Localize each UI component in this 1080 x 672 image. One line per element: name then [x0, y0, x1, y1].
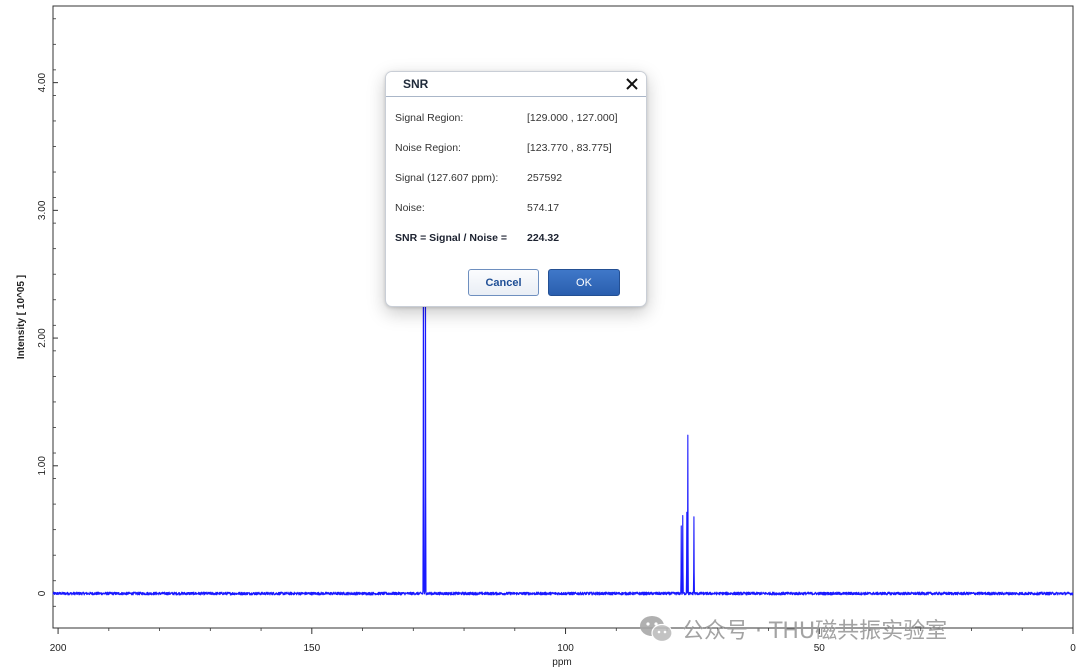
x-tick-label: 100 [557, 643, 574, 654]
snr-label: SNR = Signal / Noise = [395, 232, 508, 244]
close-icon [626, 78, 638, 90]
snr-dialog: SNR Signal Region: [129.000 , 127.000] N… [385, 71, 647, 307]
y-tick-label: 1.00 [37, 456, 48, 476]
signal-label: Signal (127.607 ppm): [395, 172, 499, 184]
noise-label: Noise: [395, 202, 425, 214]
dialog-title: SNR [403, 77, 429, 91]
signal-row: Signal (127.607 ppm): 257592 [386, 172, 646, 188]
watermark-text: 公众号 · THU磁共振实验室 [682, 619, 948, 644]
close-button[interactable] [623, 75, 641, 93]
wechat-icon [640, 616, 673, 643]
x-tick-label: 0 [1070, 643, 1076, 654]
y-axis-label: Intensity [ 10^05 ] [16, 275, 27, 359]
noise-row: Noise: 574.17 [386, 202, 646, 218]
noise-value: 574.17 [527, 202, 560, 214]
noise-region-row: Noise Region: [123.770 , 83.775] [386, 142, 646, 158]
spectrum-window: 0 1.00 2.00 3.00 4.00 200 150 100 50 0 ppm Inten… [0, 0, 1080, 672]
y-tick-label: 4.00 [37, 72, 48, 92]
snr-row: SNR = Signal / Noise = 224.32 [386, 232, 646, 248]
signal-value: 257592 [527, 172, 563, 184]
noise-region-value: [123.770 , 83.775] [527, 142, 612, 154]
noise-region-label: Noise Region: [395, 142, 461, 154]
y-tick-label: 2.00 [37, 328, 48, 348]
y-tick-label: 3.00 [37, 200, 48, 220]
ok-button[interactable]: OK [548, 269, 620, 296]
dialog-titlebar[interactable]: SNR [386, 72, 646, 97]
snr-value: 224.32 [527, 232, 560, 244]
x-tick-label: 200 [50, 643, 67, 654]
x-tick-label: 150 [303, 643, 320, 654]
watermark: 公众号 · THU磁共振实验室 [638, 612, 947, 646]
signal-region-value: [129.000 , 127.000] [527, 112, 618, 124]
x-axis-label: ppm [552, 657, 571, 668]
y-tick-label: 0 [37, 590, 48, 596]
signal-region-label: Signal Region: [395, 112, 464, 124]
cancel-button[interactable]: Cancel [468, 269, 539, 296]
signal-region-row: Signal Region: [129.000 , 127.000] [386, 112, 646, 128]
